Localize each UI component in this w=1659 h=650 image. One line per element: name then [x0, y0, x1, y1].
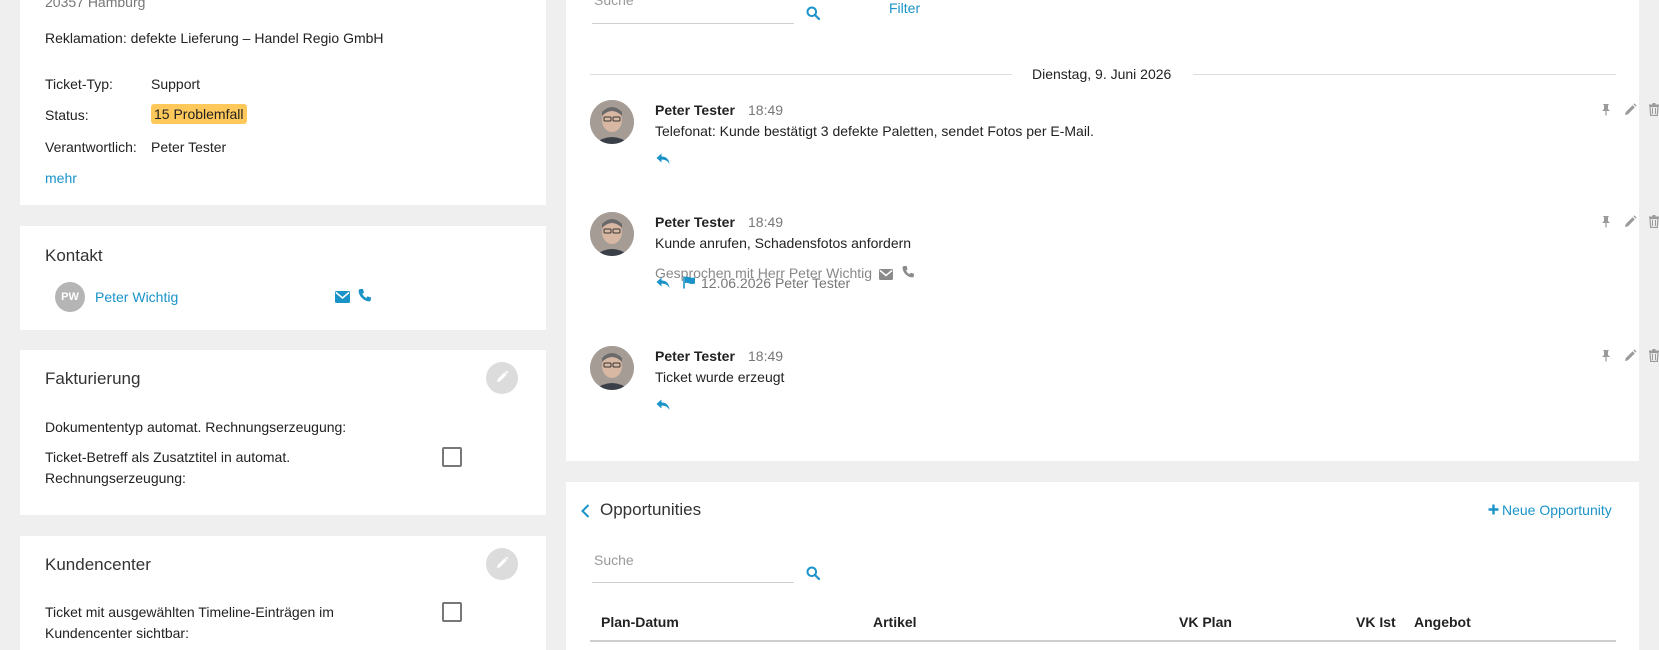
- customer-center-title: Kundencenter: [45, 555, 151, 574]
- column-header-offer[interactable]: Angebot: [1414, 614, 1471, 630]
- avatar: [590, 346, 634, 390]
- reply-icon[interactable]: [656, 398, 670, 414]
- subject-as-title-label-2: Rechnungserzeugung:: [45, 470, 186, 486]
- date-separator: Dienstag, 9. Juni 2026: [1032, 66, 1172, 82]
- entry-text: Ticket wurde erzeugt: [655, 369, 785, 385]
- column-header-article[interactable]: Artikel: [873, 614, 917, 630]
- pin-icon[interactable]: [1599, 214, 1613, 228]
- envelope-icon[interactable]: [879, 267, 893, 283]
- entry-text: Kunde anrufen, Schadensfotos anfordern: [655, 235, 912, 251]
- owner-label: Verantwortlich:: [45, 139, 137, 155]
- date-separator-line-right: [1193, 74, 1616, 75]
- opp-search-underline: [592, 582, 794, 583]
- entry-time: 18:49: [748, 214, 784, 230]
- trash-icon[interactable]: [1647, 102, 1659, 116]
- contact-initials: PW: [61, 291, 79, 303]
- subject-as-title-checkbox[interactable]: [442, 447, 462, 467]
- cc-visible-label-1: Ticket mit ausgewählten Timeline-Einträg…: [45, 604, 334, 620]
- ticket-type-label: Ticket-Typ:: [45, 76, 113, 92]
- status-badge: 15 Problemfall: [151, 104, 247, 124]
- entry-time: 18:49: [748, 102, 784, 118]
- entry-author: Peter Tester: [655, 214, 735, 230]
- plus-icon: [1488, 502, 1499, 518]
- customer-center-edit-button[interactable]: [486, 548, 518, 580]
- edit-icon[interactable]: [1623, 102, 1637, 116]
- table-header-divider: [590, 640, 1616, 642]
- doc-type-label: Dokumententyp automat. Rechnungserzeugun…: [45, 419, 347, 435]
- ticket-subject: Reklamation: defekte Lieferung – Handel …: [45, 30, 384, 46]
- trash-icon[interactable]: [1647, 348, 1659, 362]
- edit-icon[interactable]: [1623, 348, 1637, 362]
- billing-card: Fakturierung Dokumententyp automat. Rech…: [20, 350, 546, 515]
- new-opportunity-label: Neue Opportunity: [1502, 502, 1612, 518]
- contact-name-link[interactable]: Peter Wichtig: [95, 289, 178, 305]
- reply-icon[interactable]: [656, 152, 670, 168]
- billing-title: Fakturierung: [45, 369, 141, 388]
- cc-visible-label-2: Kundencenter sichtbar:: [45, 625, 189, 641]
- entry-time: 18:49: [748, 348, 784, 364]
- contact-card: Kontakt PW Peter Wichtig: [20, 226, 546, 330]
- cc-visible-checkbox[interactable]: [442, 602, 462, 622]
- more-link[interactable]: mehr: [45, 170, 77, 186]
- owner-value: Peter Tester: [151, 139, 227, 155]
- timeline-card: Suche Filter Dienstag, 9. Juni 2026 Pete…: [566, 0, 1659, 461]
- new-opportunity-button[interactable]: Neue Opportunity: [1488, 502, 1612, 518]
- timeline-search-input[interactable]: Suche: [594, 0, 794, 8]
- contact-avatar: PW: [55, 282, 85, 312]
- entry-due: 12.06.2026 Peter Tester: [701, 275, 851, 291]
- search-icon[interactable]: [806, 566, 821, 583]
- ticket-details-card: 20357 Hamburg Reklamation: defekte Liefe…: [20, 0, 546, 205]
- pencil-icon: [495, 370, 509, 387]
- opp-search-input[interactable]: Suche: [594, 552, 794, 568]
- search-icon[interactable]: [806, 6, 821, 23]
- date-separator-line-left: [590, 74, 1012, 75]
- pencil-icon: [495, 556, 509, 573]
- entry-author: Peter Tester: [655, 348, 735, 364]
- phone-icon[interactable]: [902, 265, 914, 281]
- trash-icon[interactable]: [1647, 214, 1659, 228]
- column-header-vk-ist[interactable]: VK Ist: [1356, 614, 1396, 630]
- column-header-plan-date[interactable]: Plan-Datum: [601, 614, 679, 630]
- billing-edit-button[interactable]: [486, 362, 518, 394]
- filter-link[interactable]: Filter: [889, 0, 920, 16]
- avatar: [590, 100, 634, 144]
- ticket-type-value: Support: [151, 76, 201, 92]
- pin-icon[interactable]: [1599, 102, 1613, 116]
- envelope-icon[interactable]: [335, 290, 350, 306]
- entry-text: Telefonat: Kunde bestätigt 3 defekte Pal…: [655, 123, 1094, 139]
- subject-as-title-label-1: Ticket-Betreff als Zusatztitel in automa…: [45, 449, 291, 465]
- column-header-vk-plan[interactable]: VK Plan: [1179, 614, 1232, 630]
- opportunities-title: Opportunities: [600, 500, 702, 519]
- avatar: [590, 212, 634, 256]
- contact-title: Kontakt: [45, 246, 103, 265]
- pin-icon[interactable]: [1599, 348, 1613, 362]
- address-line: 20357 Hamburg: [45, 0, 146, 10]
- entry-author: Peter Tester: [655, 102, 735, 118]
- chevron-left-icon[interactable]: [581, 504, 590, 521]
- flag-icon: [683, 276, 696, 292]
- reply-icon[interactable]: [656, 276, 670, 292]
- edit-icon[interactable]: [1623, 214, 1637, 228]
- timeline-search-underline: [592, 23, 794, 24]
- customer-center-card: Kundencenter Ticket mit ausgewählten Tim…: [20, 536, 546, 650]
- status-label: Status:: [45, 107, 89, 123]
- opportunities-card: Opportunities Neue Opportunity Suche Pla…: [566, 482, 1639, 650]
- phone-icon[interactable]: [358, 288, 371, 305]
